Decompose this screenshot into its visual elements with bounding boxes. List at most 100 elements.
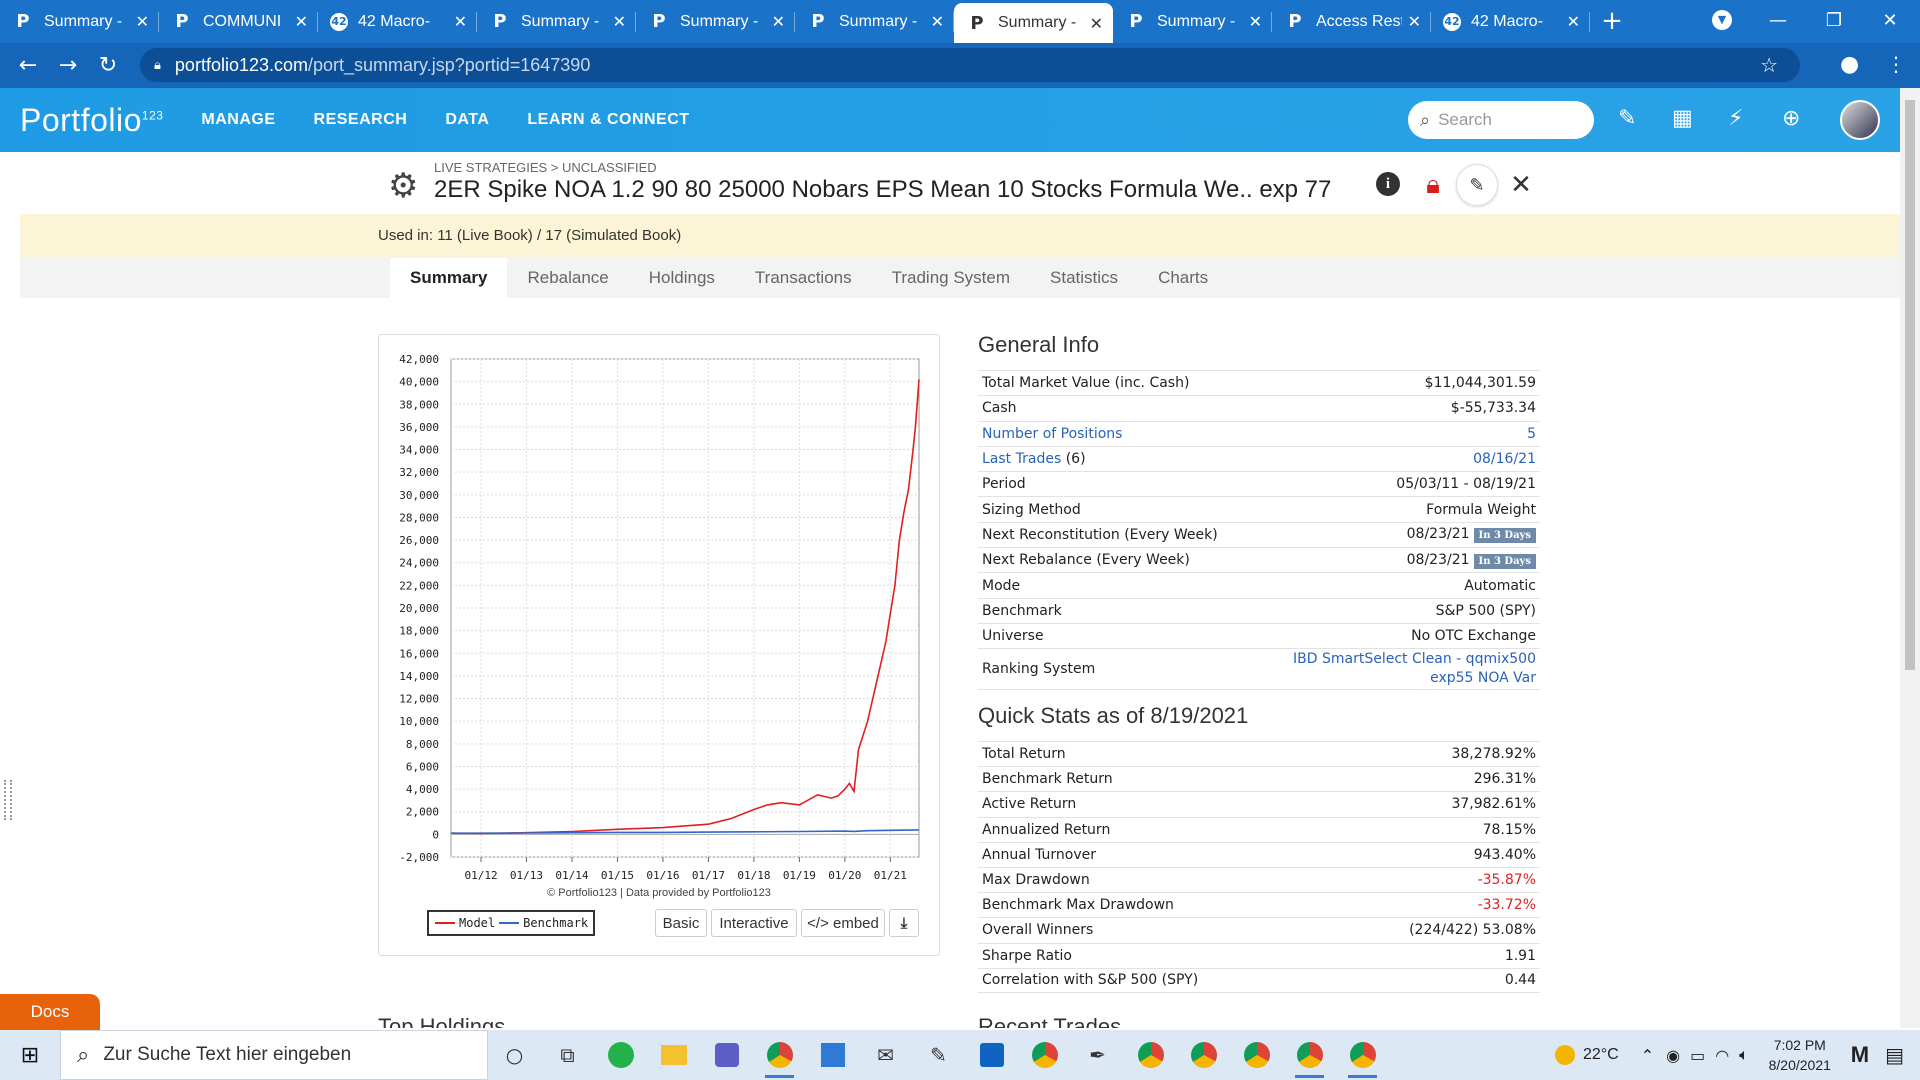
- site-search-input[interactable]: ⌕ Search: [1408, 101, 1594, 139]
- pen-app-icon[interactable]: ✒: [1071, 1030, 1124, 1080]
- wifi-icon[interactable]: ◠: [1715, 1046, 1729, 1065]
- pin-icon[interactable]: ✎: [1618, 106, 1636, 131]
- minimize-icon[interactable]: —: [1750, 0, 1806, 40]
- url-field[interactable]: 🔒︎ portfolio123.com/port_summary.jsp?por…: [140, 48, 1800, 82]
- browser-tab[interactable]: P Summary - ✕: [1113, 0, 1272, 43]
- row-label[interactable]: Number of Positions: [982, 426, 1122, 442]
- row-label-text[interactable]: Number of Positions: [982, 426, 1122, 442]
- row-value[interactable]: 5: [1527, 426, 1536, 442]
- task-view-icon[interactable]: ⧉: [541, 1030, 594, 1080]
- tab-close-icon[interactable]: ✕: [1249, 12, 1262, 31]
- cortana-icon[interactable]: ○: [488, 1030, 541, 1080]
- nav-item-learn-connect[interactable]: LEARN & CONNECT: [527, 111, 689, 129]
- tab-close-icon[interactable]: ✕: [1567, 12, 1580, 31]
- nav-item-research[interactable]: RESEARCH: [314, 111, 408, 129]
- tab-close-icon[interactable]: ✕: [454, 12, 467, 31]
- performance-chart[interactable]: 42,000 40,000 38,000 36,000 34,000 32,000 30,0…: [379, 335, 941, 895]
- whatsapp-icon[interactable]: [594, 1030, 647, 1080]
- window-close-icon[interactable]: ✕: [1862, 0, 1918, 40]
- reload-icon[interactable]: ↻: [88, 53, 128, 78]
- tab-close-icon[interactable]: ✕: [613, 12, 626, 31]
- tab-charts[interactable]: Charts: [1138, 258, 1228, 298]
- app-tray-icon[interactable]: M: [1851, 1042, 1869, 1068]
- browser-tab[interactable]: P Summary - ✕: [954, 3, 1113, 43]
- outlook-icon[interactable]: [965, 1030, 1018, 1080]
- browser-tab[interactable]: P COMMUNI ✕: [159, 0, 318, 43]
- nav-item-manage[interactable]: MANAGE: [201, 111, 275, 129]
- ranking-system-link[interactable]: IBD SmartSelect Clean - qqmix500 exp55 NO…: [1293, 650, 1536, 688]
- browser-tab[interactable]: P Summary - ✕: [795, 0, 954, 43]
- tab-close-icon[interactable]: ✕: [295, 12, 308, 31]
- docs-button[interactable]: Docs: [0, 994, 100, 1030]
- page-scrollbar[interactable]: [1900, 88, 1920, 1028]
- scrollbar-thumb[interactable]: [1905, 100, 1915, 670]
- windows-start-icon[interactable]: ⊞: [0, 1043, 60, 1068]
- teams-icon[interactable]: [700, 1030, 753, 1080]
- download-icon[interactable]: ⤓: [889, 909, 919, 937]
- settings-gear-icon[interactable]: ⚙: [388, 166, 418, 206]
- tray-chevron-icon[interactable]: ⌃: [1641, 1046, 1654, 1065]
- side-drag-handle[interactable]: [4, 780, 12, 820]
- tab-close-icon[interactable]: ✕: [136, 12, 149, 31]
- taskbar-search-input[interactable]: ⌕ Zur Suche Text hier eingeben: [60, 1030, 488, 1080]
- new-tab-button[interactable]: +: [1590, 0, 1634, 43]
- tab-close-icon[interactable]: ✕: [772, 12, 785, 31]
- restore-icon[interactable]: ❐: [1806, 0, 1862, 40]
- tab-holdings[interactable]: Holdings: [629, 258, 735, 298]
- info-icon[interactable]: i: [1376, 172, 1400, 196]
- browser-tab[interactable]: P Summary - ✕: [636, 0, 795, 43]
- browser-tab[interactable]: 42 42 Macro- ✕: [318, 0, 477, 43]
- store-icon[interactable]: [806, 1030, 859, 1080]
- support-icon[interactable]: ⊕: [1782, 106, 1800, 131]
- file-explorer-icon[interactable]: [647, 1030, 700, 1080]
- notifications-icon[interactable]: ▤: [1885, 1043, 1904, 1067]
- row-value-text[interactable]: 5: [1527, 426, 1536, 442]
- lock-icon[interactable]: 🔒︎: [1418, 170, 1448, 200]
- embed-button[interactable]: </> embed: [801, 909, 885, 937]
- battery-icon[interactable]: ▭: [1690, 1046, 1705, 1065]
- tab-close-icon[interactable]: ✕: [931, 12, 944, 31]
- chrome-icon[interactable]: [1177, 1030, 1230, 1080]
- weather-icon[interactable]: [1554, 1045, 1575, 1065]
- browser-tab[interactable]: P Summary - ✕: [0, 0, 159, 43]
- row-value[interactable]: 08/16/21: [1473, 451, 1536, 467]
- chrome-icon[interactable]: [1018, 1030, 1071, 1080]
- tab-trading-system[interactable]: Trading System: [872, 258, 1030, 298]
- network-icon[interactable]: ◉: [1666, 1046, 1680, 1065]
- weather-temp[interactable]: 22°C: [1583, 1046, 1619, 1064]
- taskbar-clock[interactable]: 7:02 PM 8/20/2021: [1755, 1035, 1845, 1075]
- chrome-icon[interactable]: [753, 1030, 806, 1080]
- back-icon[interactable]: ←: [8, 53, 48, 78]
- row-label-text[interactable]: Last Trades: [982, 451, 1061, 467]
- mail-icon[interactable]: ✉: [859, 1030, 912, 1080]
- chrome-icon[interactable]: [1336, 1030, 1389, 1080]
- paint-icon[interactable]: ✎: [912, 1030, 965, 1080]
- pin-button[interactable]: ✎: [1456, 164, 1498, 206]
- forward-icon[interactable]: →: [48, 53, 88, 78]
- volume-icon[interactable]: 🔈︎: [1739, 1045, 1749, 1065]
- row-label[interactable]: Last Trades (6): [982, 451, 1086, 467]
- chrome-icon[interactable]: [1283, 1030, 1336, 1080]
- profile-icon[interactable]: ●: [1840, 52, 1859, 77]
- interactive-button[interactable]: Interactive: [711, 909, 797, 937]
- tab-summary[interactable]: Summary: [390, 258, 508, 298]
- tab-statistics[interactable]: Statistics: [1030, 258, 1138, 298]
- portfolio123-logo[interactable]: Portfolio123: [20, 102, 163, 139]
- browser-tab[interactable]: P Access Rest ✕: [1272, 0, 1431, 43]
- lightning-icon[interactable]: ⚡: [1728, 106, 1743, 131]
- legend-benchmark[interactable]: Benchmark: [523, 916, 588, 930]
- basic-button[interactable]: Basic: [655, 909, 707, 937]
- tab-rebalance[interactable]: Rebalance: [507, 258, 628, 298]
- tab-close-icon[interactable]: ✕: [1090, 14, 1103, 33]
- apps-grid-icon[interactable]: ▦: [1672, 106, 1693, 131]
- browser-tab[interactable]: 42 42 Macro- ✕: [1431, 0, 1590, 43]
- browser-menu-icon[interactable]: ⋮: [1886, 52, 1906, 76]
- tab-search-icon[interactable]: ▼: [1694, 0, 1750, 40]
- legend-model[interactable]: Model: [459, 916, 495, 930]
- close-icon[interactable]: ✕: [1506, 170, 1536, 200]
- user-avatar[interactable]: [1840, 100, 1880, 140]
- tab-transactions[interactable]: Transactions: [735, 258, 872, 298]
- nav-item-data[interactable]: DATA: [445, 111, 489, 129]
- browser-tab[interactable]: P Summary - ✕: [477, 0, 636, 43]
- chrome-icon[interactable]: [1230, 1030, 1283, 1080]
